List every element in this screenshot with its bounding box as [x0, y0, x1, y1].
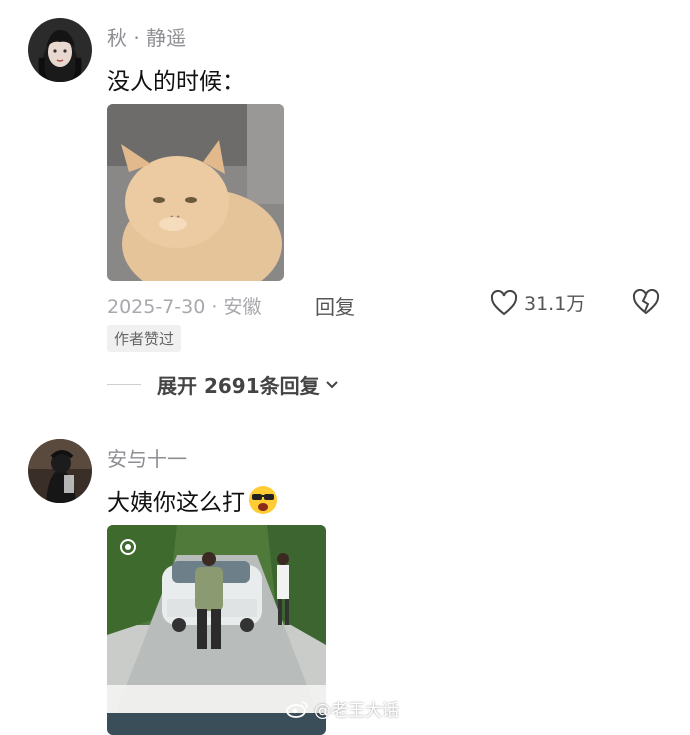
- comment-username[interactable]: 秋 · 静遥: [107, 22, 186, 51]
- like-button[interactable]: 31.1万: [490, 289, 585, 316]
- heart-icon: [490, 289, 518, 315]
- weibo-icon: [286, 700, 308, 718]
- comment-text-body: 大姨你这么打: [107, 490, 245, 516]
- avatar[interactable]: [28, 439, 92, 503]
- watermark-text: @老王大话: [314, 701, 399, 721]
- chevron-down-icon: [325, 380, 338, 388]
- comment-image[interactable]: [107, 104, 284, 281]
- avatar[interactable]: [28, 18, 92, 82]
- dislike-button[interactable]: [632, 288, 660, 319]
- comment-text: 没人的时候：: [107, 69, 245, 95]
- divider-line: [107, 384, 141, 385]
- comment-username[interactable]: 安与十一: [107, 443, 187, 472]
- sunglasses-emoji: [247, 484, 279, 516]
- author-liked-badge: 作者赞过: [107, 325, 182, 352]
- comment-text: 大姨你这么打: [107, 483, 279, 517]
- expand-replies-button[interactable]: 展开 2691条回复: [107, 370, 340, 399]
- broken-heart-icon: [632, 288, 660, 315]
- watermark: @老王大话: [286, 696, 399, 721]
- like-count: 31.1万: [524, 293, 586, 315]
- expand-replies-label: 展开 2691条回复: [157, 374, 320, 398]
- reply-button[interactable]: 回复: [315, 291, 355, 320]
- cat-photo-icon: [107, 104, 284, 281]
- comment-date-location: 2025-7-30 · 安徽: [107, 296, 262, 318]
